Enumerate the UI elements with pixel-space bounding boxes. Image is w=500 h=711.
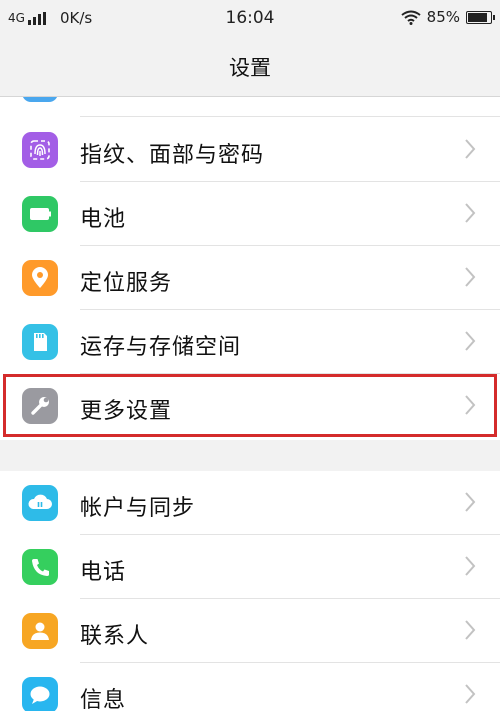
chevron-right-icon: [465, 331, 476, 351]
chevron-right-icon: [465, 684, 476, 704]
chevron-right-icon: [465, 620, 476, 640]
settings-item-battery[interactable]: 电池: [0, 182, 500, 246]
settings-item-label: 信息: [80, 688, 127, 711]
chevron-right-icon: [465, 203, 476, 223]
fingerprint-icon: [22, 132, 58, 168]
status-bar: 4G 0K/s 16:04 85%: [0, 0, 500, 36]
partial-item-icon: [22, 97, 58, 102]
battery-icon: [22, 196, 58, 232]
sd-card-icon: [22, 324, 58, 360]
settings-item-location-pin[interactable]: 定位服务: [0, 246, 500, 310]
location-pin-icon: [22, 260, 58, 296]
message-icon: [22, 677, 58, 711]
chevron-right-icon: [465, 267, 476, 287]
settings-item-cloud-sync[interactable]: 帐户与同步: [0, 471, 500, 535]
settings-item-message[interactable]: 信息: [0, 663, 500, 711]
chevron-right-icon: [465, 492, 476, 512]
battery-indicator-icon: [466, 10, 495, 24]
phone-icon: [22, 549, 58, 585]
settings-group-2: 帐户与同步电话联系人信息: [0, 471, 500, 711]
settings-item-label: 联系人: [80, 624, 150, 649]
highlight-box: [3, 374, 497, 437]
settings-item-label: 电池: [80, 207, 127, 232]
title-bar: 设置: [0, 36, 500, 97]
battery-percent: 85%: [426, 8, 460, 26]
settings-item-fingerprint[interactable]: 指纹、面部与密码: [0, 118, 500, 182]
settings-item-label: 帐户与同步: [80, 496, 196, 521]
settings-item-sd-card[interactable]: 运存与存储空间: [0, 310, 500, 374]
settings-item-label: 定位服务: [80, 271, 173, 296]
divider: [80, 116, 500, 117]
settings-item-contact[interactable]: 联系人: [0, 599, 500, 663]
cloud-sync-icon: [22, 485, 58, 521]
settings-item-label: 运存与存储空间: [80, 335, 242, 360]
page-title: 设置: [229, 56, 271, 80]
settings-item-label: 指纹、面部与密码: [80, 143, 265, 168]
settings-item-phone[interactable]: 电话: [0, 535, 500, 599]
chevron-right-icon: [465, 139, 476, 159]
chevron-right-icon: [465, 556, 476, 576]
wifi-icon: [401, 10, 421, 25]
contact-icon: [22, 613, 58, 649]
settings-item-label: 电话: [80, 560, 127, 585]
